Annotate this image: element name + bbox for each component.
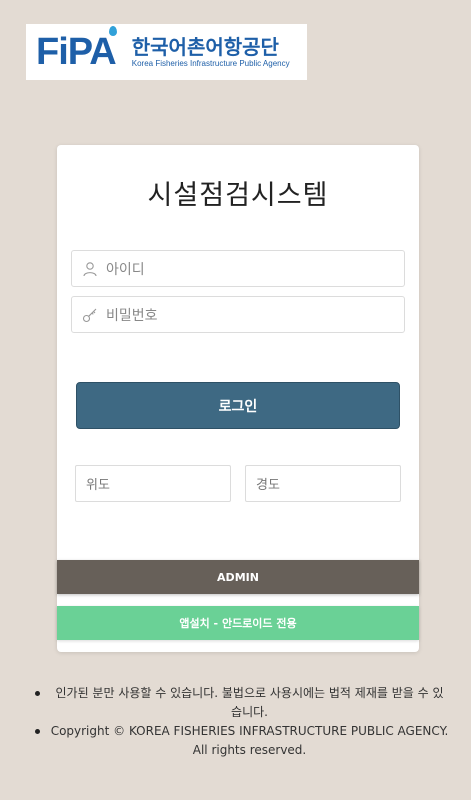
logo-korean-name: 한국어촌어항공단 [131, 35, 279, 59]
logo-english-name: Korea Fisheries Infrastructure Public Ag… [131, 59, 290, 68]
latitude-input[interactable]: 위도 [75, 465, 231, 502]
login-card: 시설점검시스템 아이디 비밀번호 로그인 위도 경도 ADMIN 앱설치 - 안… [57, 145, 419, 652]
page-title: 시설점검시스템 [147, 180, 329, 211]
logo-mark: FiPA [36, 30, 117, 73]
username-placeholder: 아이디 [106, 261, 145, 278]
login-button[interactable]: 로그인 [76, 382, 400, 429]
user-icon [82, 261, 98, 277]
logo-drop-icon [109, 26, 117, 36]
username-field[interactable]: 아이디 [71, 250, 405, 287]
fipa-logo: FiPA 한국어촌어항공단 Korea Fisheries Infrastruc… [26, 24, 307, 80]
longitude-input[interactable]: 경도 [245, 465, 401, 502]
password-placeholder: 비밀번호 [106, 307, 158, 324]
footer-notes: 인가된 분만 사용할 수 있습니다. 불법으로 사용시에는 법적 제재를 받을 … [0, 684, 471, 760]
usage-notice: 인가된 분만 사용할 수 있습니다. 불법으로 사용시에는 법적 제재를 받을 … [0, 684, 471, 722]
longitude-placeholder: 경도 [256, 478, 280, 493]
logo-text: 한국어촌어항공단 Korea Fisheries Infrastructure … [132, 35, 290, 69]
admin-button[interactable]: ADMIN [57, 560, 419, 594]
app-install-button[interactable]: 앱설치 - 안드로이드 전용 [57, 606, 419, 640]
key-icon [82, 307, 98, 323]
latitude-placeholder: 위도 [86, 478, 110, 493]
password-field[interactable]: 비밀번호 [71, 296, 405, 333]
copyright-text: Copyright © KOREA FISHERIES INFRASTRUCTU… [0, 722, 471, 760]
